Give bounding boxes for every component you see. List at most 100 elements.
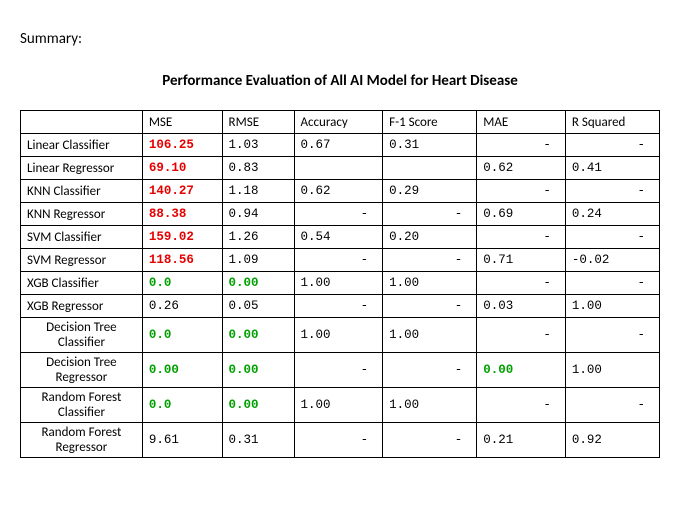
value-cell: - bbox=[565, 226, 659, 249]
value-cell: 118.56 bbox=[142, 249, 222, 272]
value-cell: 0.62 bbox=[294, 180, 383, 203]
value-cell: 1.26 bbox=[222, 226, 294, 249]
value-cell: 1.18 bbox=[222, 180, 294, 203]
value-cell: 0.67 bbox=[294, 134, 383, 157]
value-cell: 0.0 bbox=[142, 318, 222, 353]
model-name-cell: Linear Regressor bbox=[21, 157, 143, 180]
value-cell: 1.09 bbox=[222, 249, 294, 272]
value-cell: - bbox=[477, 318, 566, 353]
model-name-cell: Random Forest Regressor bbox=[21, 423, 143, 458]
model-name-cell: SVM Classifier bbox=[21, 226, 143, 249]
table-row: Decision Tree Regressor0.000.00--0.001.0… bbox=[21, 353, 660, 388]
value-cell: - bbox=[383, 203, 477, 226]
value-cell: - bbox=[383, 423, 477, 458]
value-cell: 0.00 bbox=[222, 388, 294, 423]
value-cell: 0.00 bbox=[477, 353, 566, 388]
value-cell: - bbox=[477, 388, 566, 423]
value-cell: - bbox=[477, 180, 566, 203]
value-cell: - bbox=[565, 134, 659, 157]
value-cell: 1.03 bbox=[222, 134, 294, 157]
col-header-rmse: RMSE bbox=[222, 111, 294, 134]
value-cell: 0.26 bbox=[142, 295, 222, 318]
value-cell: -0.02 bbox=[565, 249, 659, 272]
value-cell: - bbox=[565, 180, 659, 203]
value-cell: 1.00 bbox=[383, 388, 477, 423]
value-cell: 0.0 bbox=[142, 388, 222, 423]
value-cell: 0.31 bbox=[222, 423, 294, 458]
value-cell: - bbox=[294, 295, 383, 318]
table-row: XGB Classifier0.00.001.001.00-- bbox=[21, 272, 660, 295]
value-cell: 140.27 bbox=[142, 180, 222, 203]
table-header-row: MSE RMSE Accuracy F-1 Score MAE R Square… bbox=[21, 111, 660, 134]
model-name-cell: Random Forest Classifier bbox=[21, 388, 143, 423]
table-row: SVM Regressor118.561.09--0.71-0.02 bbox=[21, 249, 660, 272]
value-cell: 0.71 bbox=[477, 249, 566, 272]
value-cell: 1.00 bbox=[294, 272, 383, 295]
col-header-mse: MSE bbox=[142, 111, 222, 134]
model-name-cell: SVM Regressor bbox=[21, 249, 143, 272]
value-cell: 0.83 bbox=[222, 157, 294, 180]
value-cell: - bbox=[294, 249, 383, 272]
value-cell: 1.00 bbox=[383, 272, 477, 295]
col-header-blank bbox=[21, 111, 143, 134]
table-row: Linear Classifier106.251.030.670.31-- bbox=[21, 134, 660, 157]
value-cell: 0.00 bbox=[222, 272, 294, 295]
value-cell: 0.31 bbox=[383, 134, 477, 157]
value-cell: 88.38 bbox=[142, 203, 222, 226]
value-cell: - bbox=[477, 134, 566, 157]
table-row: KNN Regressor88.380.94--0.690.24 bbox=[21, 203, 660, 226]
table-row: KNN Classifier140.271.180.620.29-- bbox=[21, 180, 660, 203]
value-cell: - bbox=[477, 226, 566, 249]
value-cell: 106.25 bbox=[142, 134, 222, 157]
performance-table: MSE RMSE Accuracy F-1 Score MAE R Square… bbox=[20, 110, 660, 458]
table-row: Random Forest Classifier0.00.001.001.00-… bbox=[21, 388, 660, 423]
col-header-mae: MAE bbox=[477, 111, 566, 134]
value-cell: - bbox=[565, 318, 659, 353]
table-row: Random Forest Regressor9.610.31--0.210.9… bbox=[21, 423, 660, 458]
model-name-cell: Decision Tree Classifier bbox=[21, 318, 143, 353]
value-cell: 0.94 bbox=[222, 203, 294, 226]
value-cell: 0.29 bbox=[383, 180, 477, 203]
value-cell: 0.24 bbox=[565, 203, 659, 226]
col-header-f1: F-1 Score bbox=[383, 111, 477, 134]
value-cell: - bbox=[477, 272, 566, 295]
table-row: Decision Tree Classifier0.00.001.001.00-… bbox=[21, 318, 660, 353]
model-name-cell: XGB Classifier bbox=[21, 272, 143, 295]
value-cell bbox=[294, 157, 383, 180]
value-cell: 1.00 bbox=[565, 353, 659, 388]
value-cell: - bbox=[565, 388, 659, 423]
model-name-cell: XGB Regressor bbox=[21, 295, 143, 318]
table-body: Linear Classifier106.251.030.670.31--Lin… bbox=[21, 134, 660, 458]
table-row: SVM Classifier159.021.260.540.20-- bbox=[21, 226, 660, 249]
value-cell bbox=[383, 157, 477, 180]
value-cell: - bbox=[383, 353, 477, 388]
page: Summary: Performance Evaluation of All A… bbox=[0, 0, 680, 478]
value-cell: 0.54 bbox=[294, 226, 383, 249]
value-cell: 69.10 bbox=[142, 157, 222, 180]
value-cell: - bbox=[294, 353, 383, 388]
value-cell: 0.41 bbox=[565, 157, 659, 180]
model-name-cell: Linear Classifier bbox=[21, 134, 143, 157]
value-cell: 0.92 bbox=[565, 423, 659, 458]
value-cell: 1.00 bbox=[565, 295, 659, 318]
value-cell: - bbox=[294, 423, 383, 458]
value-cell: - bbox=[383, 295, 477, 318]
col-header-accuracy: Accuracy bbox=[294, 111, 383, 134]
model-name-cell: KNN Regressor bbox=[21, 203, 143, 226]
value-cell: 0.00 bbox=[142, 353, 222, 388]
value-cell: 0.00 bbox=[222, 353, 294, 388]
value-cell: 0.00 bbox=[222, 318, 294, 353]
table-row: XGB Regressor0.260.05--0.031.00 bbox=[21, 295, 660, 318]
page-title: Performance Evaluation of All AI Model f… bbox=[20, 72, 660, 90]
value-cell: 159.02 bbox=[142, 226, 222, 249]
value-cell: - bbox=[294, 203, 383, 226]
value-cell: - bbox=[565, 272, 659, 295]
col-header-r2: R Squared bbox=[565, 111, 659, 134]
value-cell: 0.21 bbox=[477, 423, 566, 458]
value-cell: 0.0 bbox=[142, 272, 222, 295]
value-cell: 1.00 bbox=[294, 318, 383, 353]
value-cell: 0.05 bbox=[222, 295, 294, 318]
summary-label: Summary: bbox=[20, 30, 660, 48]
value-cell: 1.00 bbox=[294, 388, 383, 423]
table-row: Linear Regressor69.100.830.620.41 bbox=[21, 157, 660, 180]
